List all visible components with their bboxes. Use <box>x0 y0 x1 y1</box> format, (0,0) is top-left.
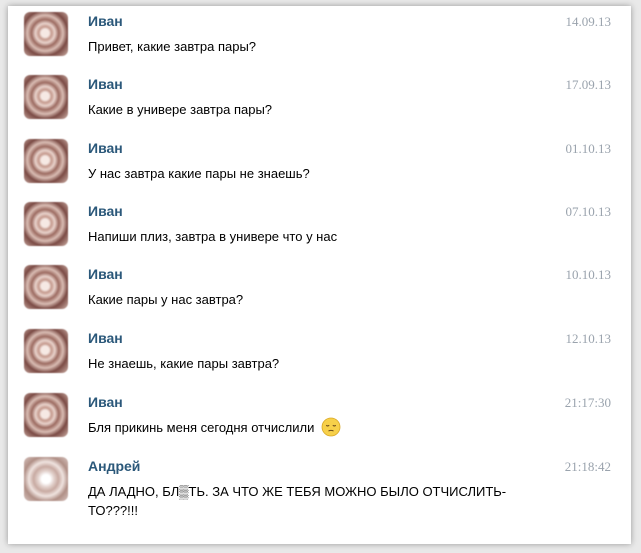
message-item: Андрей 21:18:42 ДА ЛАДНО, БЛ▒ТЬ. ЗА ЧТО … <box>8 451 631 541</box>
avatar[interactable] <box>24 75 68 119</box>
author-name[interactable]: Иван <box>88 203 123 219</box>
avatar[interactable] <box>24 12 68 56</box>
message-item: Иван 10.10.13 Какие пары у нас завтра? <box>8 259 631 321</box>
message-text: Не знаешь, какие пары завтра? <box>88 356 280 371</box>
message-time: 12.10.13 <box>565 331 612 346</box>
avatar[interactable] <box>24 202 68 246</box>
message-time: 07.10.13 <box>565 204 612 219</box>
avatar[interactable] <box>24 329 68 373</box>
message-item: Иван 12.10.13 Не знаешь, какие пары завт… <box>8 323 631 385</box>
message-text: Напиши плиз, завтра в универе что у нас <box>88 229 338 244</box>
message-text: Привет, какие завтра пары? <box>88 39 257 54</box>
author-name[interactable]: Иван <box>88 76 123 92</box>
message-text: У нас завтра какие пары не знаешь? <box>88 166 310 181</box>
author-name[interactable]: Иван <box>88 13 123 29</box>
message-time: 21:17:30 <box>564 395 611 410</box>
message-time: 01.10.13 <box>565 141 612 156</box>
author-name[interactable]: Иван <box>88 330 123 346</box>
avatar[interactable] <box>24 457 68 501</box>
message-item: Иван 14.09.13 Привет, какие завтра пары? <box>8 6 631 68</box>
author-name[interactable]: Иван <box>88 394 123 410</box>
message-item: Иван 01.10.13 У нас завтра какие пары не… <box>8 133 631 195</box>
avatar[interactable] <box>24 139 68 183</box>
message-text: Какие в универе завтра пары? <box>88 102 273 117</box>
author-name[interactable]: Иван <box>88 140 123 156</box>
message-time: 10.10.13 <box>565 267 612 282</box>
message-text: Какие пары у нас завтра? <box>88 292 244 307</box>
author-name[interactable]: Андрей <box>88 458 140 474</box>
message-history: Иван 14.09.13 Привет, какие завтра пары?… <box>8 6 631 544</box>
message-text: ДА ЛАДНО, БЛ▒ТЬ. ЗА ЧТО ЖЕ ТЕБЯ МОЖНО БЫ… <box>88 484 507 518</box>
message-time: 17.09.13 <box>565 77 612 92</box>
message-item: Иван 07.10.13 Напиши плиз, завтра в унив… <box>8 196 631 258</box>
message-item: Иван 17.09.13 Какие в универе завтра пар… <box>8 69 631 131</box>
message-time: 14.09.13 <box>565 14 612 29</box>
message-item: Иван 21:17:30 Бля прикинь меня сегодня о… <box>8 387 631 449</box>
message-text: Бля прикинь меня сегодня отчислили <box>88 420 315 435</box>
avatar[interactable] <box>24 393 68 437</box>
pensive-face-icon <box>321 417 341 436</box>
message-text-row: Бля прикинь меня сегодня отчислили <box>88 417 558 439</box>
author-name[interactable]: Иван <box>88 266 123 282</box>
avatar[interactable] <box>24 265 68 309</box>
message-time: 21:18:42 <box>564 459 611 474</box>
